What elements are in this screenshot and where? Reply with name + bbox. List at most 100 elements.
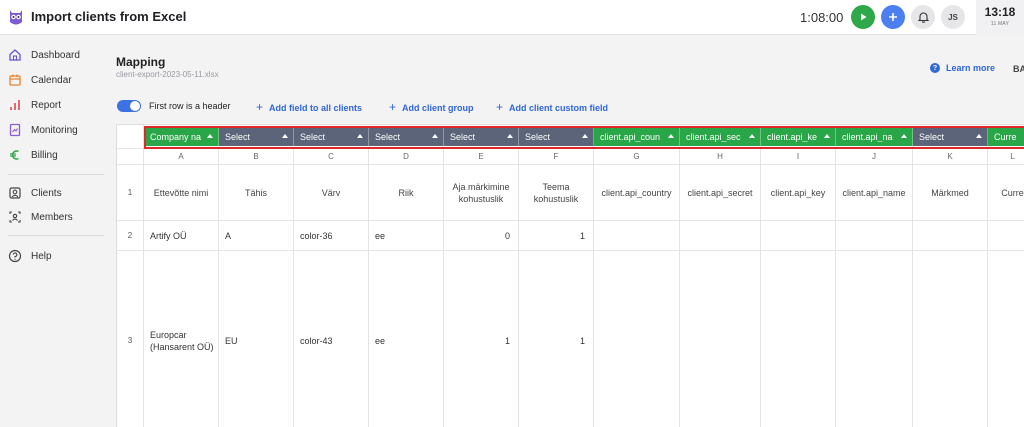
mapping-select-label: Curre (994, 131, 1017, 142)
caret-up-icon (432, 134, 438, 138)
calendar-icon (9, 74, 21, 86)
column-mapping-select[interactable]: Curre (988, 127, 1024, 146)
sidebar-divider (8, 174, 104, 175)
add-client-custom-field-button[interactable]: + Add client custom field (496, 100, 608, 114)
timer-display: 1:08:00 (800, 10, 844, 25)
home-icon (9, 49, 21, 61)
table-header-cell: Aja märkimine kohustuslik (444, 165, 519, 221)
bell-icon (917, 12, 929, 23)
table-cell: 0 (444, 221, 519, 251)
sidebar-item-report[interactable]: Report (8, 96, 61, 114)
table-cell: EU (219, 251, 294, 427)
row-number-cell: 1 (117, 165, 144, 221)
column-letter: F (519, 149, 594, 165)
sidebar-item-dashboard[interactable]: Dashboard (8, 46, 80, 64)
column-mapping-select[interactable]: client.api_coun (594, 127, 680, 146)
learn-more-label: Learn more (946, 63, 996, 73)
column-letter: K (913, 149, 988, 165)
column-letter: I (761, 149, 836, 165)
sidebar-item-billing[interactable]: Billing (8, 146, 58, 164)
table-cell (988, 221, 1024, 251)
table-header-cell: Ettevõtte nimi (144, 165, 219, 221)
table-cell: ee (369, 251, 444, 427)
column-mapping-select[interactable]: client.api_na (836, 127, 913, 146)
plus-icon (889, 13, 897, 21)
column-letter: A (144, 149, 219, 165)
add-field-button[interactable]: + Add field to all clients (256, 100, 362, 114)
table-header-cell: Riik (369, 165, 444, 221)
table-cell: A (219, 221, 294, 251)
table-cell (594, 251, 680, 427)
add-button[interactable] (881, 5, 905, 29)
column-mapping-select[interactable]: client.api_ke (761, 127, 836, 146)
table-cell (680, 251, 761, 427)
column-letter: B (219, 149, 294, 165)
caret-up-icon (582, 134, 588, 138)
table-header-cell: client.api_key (761, 165, 836, 221)
column-letter: G (594, 149, 680, 165)
column-letter: D (369, 149, 444, 165)
table-cell (761, 251, 836, 427)
clock-time: 13:18 (984, 5, 1016, 19)
column-mapping-select[interactable]: Select (444, 127, 519, 146)
add-custom-label: Add client custom field (509, 103, 609, 113)
table-cell (594, 221, 680, 251)
mapping-select-label: Select (919, 131, 945, 142)
caret-up-icon (824, 134, 830, 138)
mapping-select-label: client.api_na (842, 131, 893, 142)
sidebar-item-help[interactable]: Help (8, 247, 52, 265)
clock-date: 11 MAY (990, 21, 1010, 27)
monitoring-icon (9, 123, 21, 137)
sidebar-item-label: Calendar (31, 74, 72, 86)
back-button[interactable]: BA (1013, 64, 1024, 74)
caret-up-icon (668, 134, 674, 138)
table-cell (836, 221, 913, 251)
euro-icon (10, 150, 19, 160)
mapping-select-label: Select (525, 131, 551, 142)
column-mapping-select[interactable]: Select (913, 127, 988, 146)
table-cell: color-36 (294, 221, 369, 251)
sidebar-item-label: Help (31, 250, 52, 262)
table-cell (680, 221, 761, 251)
mapping-select-label: Select (375, 131, 401, 142)
page-title: Mapping (116, 55, 166, 69)
column-mapping-select[interactable]: Company na (144, 127, 219, 146)
plus-icon: + (389, 100, 397, 114)
add-client-group-button[interactable]: + Add client group (389, 100, 474, 114)
owl-logo-icon (10, 10, 22, 25)
table-header-cell: Teema kohustuslik (519, 165, 594, 221)
mapping-select-label: Select (300, 131, 326, 142)
notifications-button[interactable] (911, 5, 935, 29)
column-mapping-select[interactable]: Select (294, 127, 369, 146)
column-mapping-select[interactable]: Select (519, 127, 594, 146)
bar-chart-icon (10, 100, 20, 110)
column-letter: C (294, 149, 369, 165)
sidebar-item-calendar[interactable]: Calendar (8, 71, 72, 89)
column-mapping-select[interactable]: client.api_sec (680, 127, 761, 146)
table-header-cell: Värv (294, 165, 369, 221)
table-cell: Artify OÜ (144, 221, 219, 251)
sidebar-item-label: Report (31, 99, 62, 111)
table-header-cell: Curre (988, 165, 1024, 221)
learn-more-link[interactable]: ? Learn more (930, 63, 995, 73)
table-cell (836, 251, 913, 427)
first-row-header-toggle[interactable] (117, 100, 141, 112)
add-field-label: Add field to all clients (269, 103, 363, 113)
sidebar-item-monitoring[interactable]: Monitoring (8, 121, 78, 139)
sidebar-item-label: Members (31, 211, 73, 223)
clock-widget: 13:18 11 MAY (976, 0, 1024, 35)
row-number-cell: 3 (117, 251, 144, 427)
start-timer-button[interactable] (851, 5, 875, 29)
sidebar-item-clients[interactable]: Clients (8, 184, 62, 202)
column-mapping-select[interactable]: Select (369, 127, 444, 146)
row-number-cell (117, 125, 144, 149)
mapping-select-label: Select (450, 131, 476, 142)
plus-icon: + (496, 100, 504, 114)
table-header-cell: Märkmed (913, 165, 988, 221)
user-avatar[interactable]: JS (941, 5, 965, 29)
sidebar-item-members[interactable]: Members (8, 208, 73, 226)
members-icon (9, 211, 21, 223)
table-header-cell: Tähis (219, 165, 294, 221)
caret-up-icon (207, 134, 213, 138)
column-mapping-select[interactable]: Select (219, 127, 294, 146)
